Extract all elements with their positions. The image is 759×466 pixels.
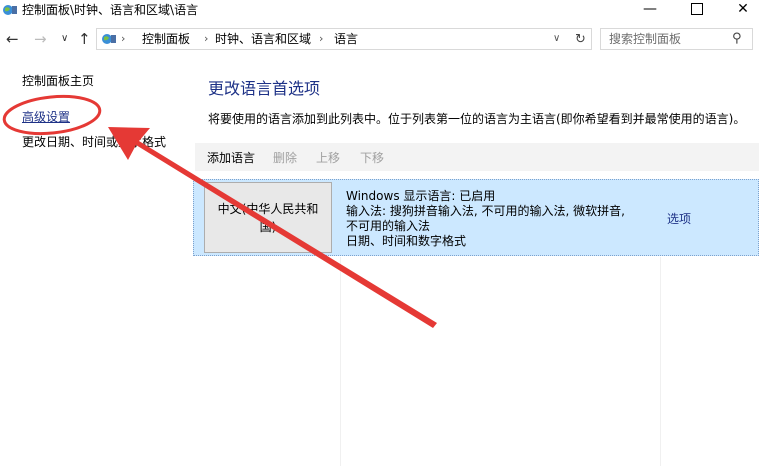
refresh-button[interactable]: ↻ (570, 28, 592, 50)
breadcrumb-language[interactable]: 语言 (334, 29, 358, 49)
control-panel-icon (2, 2, 18, 18)
language-options-link[interactable]: 选项 (667, 210, 691, 227)
language-input-methods: 输入法: 搜狗拼音输入法, 不可用的输入法, 微软拼音, (346, 204, 625, 218)
chevron-down-icon: ∨ (61, 33, 69, 44)
search-icon[interactable]: ⚲ (732, 31, 742, 46)
back-arrow-icon: ← (6, 30, 19, 48)
sidebar-item-change-date-time-format[interactable]: 更改日期、时间或数字格式 (22, 134, 166, 150)
breadcrumb-separator-icon: › (319, 32, 324, 45)
address-dropdown-icon[interactable]: ∨ (553, 29, 560, 49)
close-button[interactable]: ✕ (720, 0, 759, 18)
add-language-button[interactable]: 添加语言 (207, 150, 255, 166)
column-divider (660, 257, 661, 466)
maximize-button[interactable] (674, 0, 720, 18)
maximize-icon (691, 3, 703, 15)
forward-arrow-icon: → (34, 30, 47, 48)
recent-locations-button[interactable]: ∨ (61, 30, 68, 48)
language-display-status: Windows 显示语言: 已启用 (346, 189, 496, 203)
breadcrumb-control-panel[interactable]: 控制面板 (142, 29, 190, 49)
language-date-format: 日期、时间和数字格式 (346, 234, 467, 248)
search-box[interactable]: ⚲ (600, 28, 753, 50)
up-button[interactable]: ↑ (78, 30, 91, 48)
page-description: 将要使用的语言添加到此列表中。位于列表第一位的语言为主语言(即你希望看到并最常使… (208, 112, 746, 126)
page-title: 更改语言首选项 (208, 79, 321, 98)
control-panel-icon (101, 31, 117, 51)
minimize-button[interactable]: — (627, 0, 673, 18)
breadcrumb-separator-icon: › (204, 32, 209, 45)
column-divider (340, 257, 341, 466)
sidebar-item-advanced-settings[interactable]: 高级设置 (22, 109, 70, 125)
forward-button[interactable]: → (34, 30, 47, 48)
move-up-button[interactable]: 上移 (316, 150, 340, 166)
search-input[interactable] (609, 31, 729, 47)
address-bar[interactable]: › 控制面板 › 时钟、语言和区域 › 语言 ∨ (96, 28, 592, 50)
remove-button[interactable]: 删除 (273, 150, 297, 166)
back-button[interactable]: ← (6, 30, 19, 48)
window-title: 控制面板\时钟、语言和区域\语言 (22, 3, 199, 17)
up-arrow-icon: ↑ (78, 30, 91, 48)
refresh-icon: ↻ (575, 31, 586, 47)
language-name-button[interactable]: 中文(中华人民共和国) (204, 182, 332, 253)
breadcrumb-separator-icon: › (121, 32, 126, 45)
close-icon: ✕ (737, 1, 749, 17)
language-input-methods-cont: 不可用的输入法 (346, 219, 431, 233)
move-down-button[interactable]: 下移 (360, 150, 384, 166)
breadcrumb-clock-language-region[interactable]: 时钟、语言和区域 (215, 29, 311, 49)
sidebar-item-control-panel-home[interactable]: 控制面板主页 (22, 73, 94, 89)
minimize-icon: — (643, 1, 657, 17)
